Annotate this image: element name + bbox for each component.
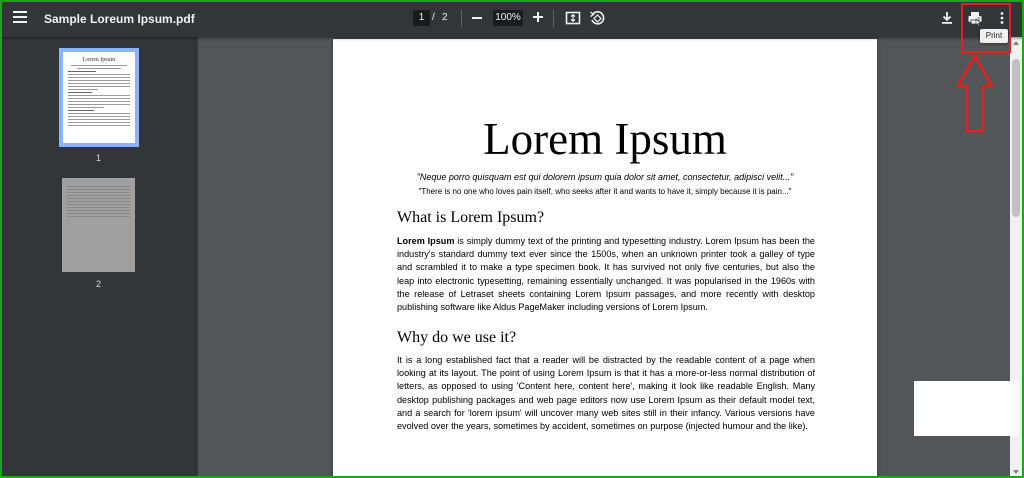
page-separator: / (432, 12, 435, 23)
rotate-icon[interactable] (588, 9, 606, 27)
thumbnail-page-number: 2 (96, 279, 102, 289)
bold-term: Lorem Ipsum (397, 236, 455, 246)
latin-quote: "Neque porro quisquam est qui dolorem ip… (416, 172, 794, 182)
up-arrow-annotation (955, 53, 995, 139)
toolbar-divider (553, 10, 554, 27)
total-pages: 2 (442, 12, 448, 23)
scroll-up-arrow-icon[interactable] (1013, 41, 1019, 45)
section-heading: Why do we use it? (397, 329, 517, 346)
paragraph-text: is simply dummy text of the printing and… (397, 236, 815, 313)
zoom-in-button[interactable] (533, 12, 543, 22)
thumbnail-page-number: 1 (96, 153, 102, 163)
hamburger-menu-icon[interactable] (13, 11, 27, 23)
print-tooltip: Print (980, 29, 1008, 43)
scroll-down-arrow-icon[interactable] (1013, 470, 1019, 474)
zoom-level-input[interactable]: 100% (493, 10, 523, 26)
page-thumbnail-1[interactable]: Lorem Ipsum (59, 48, 139, 147)
blank-overlay (914, 381, 1019, 436)
thumbnail-title: Lorem Ipsum (82, 57, 116, 63)
thumbnail-sidebar: Lorem Ipsum 1 2 (0, 37, 198, 478)
document-title-heading: Lorem Ipsum (483, 114, 727, 164)
paragraph: It is a long established fact that a rea… (397, 355, 815, 432)
download-icon[interactable] (938, 9, 956, 27)
fit-to-page-icon[interactable] (564, 9, 582, 27)
paragraph: Lorem Ipsum is simply dummy text of the … (397, 235, 815, 314)
quote-translation: "There is no one who loves pain itself, … (418, 187, 792, 196)
current-page-input[interactable]: 1 (413, 10, 430, 26)
scroll-thumb[interactable] (1012, 59, 1020, 217)
page-thumbnail-2[interactable] (62, 178, 135, 272)
print-highlight-box (961, 3, 1011, 53)
document-title: Sample Loreum Ipsum.pdf (44, 12, 195, 26)
pdf-toolbar: Sample Loreum Ipsum.pdf 1 / 2 100% (0, 0, 1024, 37)
zoom-out-button[interactable] (472, 17, 482, 19)
pdf-viewer[interactable]: Lorem Ipsum "Neque porro quisquam est qu… (198, 37, 1010, 478)
toolbar-divider (461, 10, 462, 27)
pdf-page: Lorem Ipsum "Neque porro quisquam est qu… (333, 39, 877, 478)
section-heading: What is Lorem Ipsum? (397, 209, 545, 226)
